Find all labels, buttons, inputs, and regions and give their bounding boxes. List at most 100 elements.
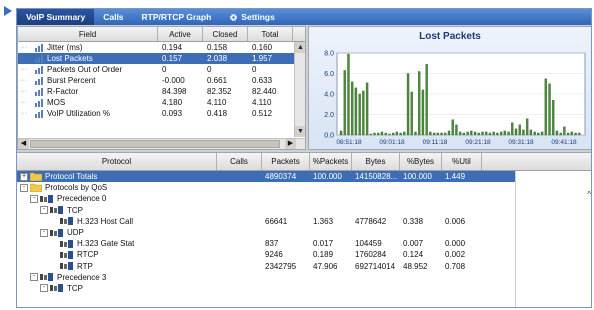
column-header-pct-util[interactable]: %Util: [442, 153, 482, 170]
expand-icon[interactable]: +: [20, 172, 28, 181]
chart-bar: [343, 70, 346, 136]
protocol-name-cell: - TCP: [17, 205, 217, 216]
summary-active-cell: -0.000: [162, 76, 185, 85]
protocol-row[interactable]: - TCP: [17, 205, 591, 216]
protocol-pct-bytes-cell: [400, 283, 442, 294]
column-header-bytes[interactable]: Bytes: [352, 153, 400, 170]
column-header-packets[interactable]: Packets: [262, 153, 310, 170]
chart-bar: [514, 128, 518, 136]
protocol-packets-cell: 9246: [265, 250, 283, 260]
summary-row[interactable]: ··· R-Factor 84.398 82.352 82.440: [18, 86, 305, 97]
collapse-icon[interactable]: -: [40, 228, 48, 237]
protocol-row[interactable]: + Protocol Totals 4890374 100.000 14150828..…: [17, 171, 591, 183]
protocol-row[interactable]: RTCP 9246 0.189 1760284 0.124 0.002: [17, 249, 591, 260]
scroll-up-icon[interactable]: ▲: [295, 42, 305, 53]
summary-vertical-scrollbar[interactable]: ▲ ▼: [294, 42, 305, 137]
scroll-up-icon[interactable]: ^: [587, 190, 591, 199]
summary-field-cell: ··· MOS: [18, 97, 158, 108]
column-header-pct-bytes[interactable]: %Bytes: [400, 153, 442, 170]
tab-voip-summary[interactable]: VoIP Summary: [17, 9, 95, 25]
column-header-total[interactable]: Total: [248, 27, 293, 41]
protocol-bytes-cell: [352, 272, 400, 283]
protocol-pct-bytes-cell: 0.124: [403, 250, 424, 260]
protocol-pct-bytes-cell: 100.000: [403, 172, 432, 181]
chart-bar: [418, 71, 421, 136]
chart-bar: [544, 78, 547, 136]
chart-bar: [499, 131, 503, 136]
protocol-grid-scroll-area[interactable]: ^: [515, 171, 591, 307]
summary-field-label: Packets Out of Order: [47, 65, 123, 74]
protocol-row[interactable]: RTP 2342795 47.906 692714014 48.952 0.708: [17, 261, 591, 272]
collapse-icon[interactable]: -: [30, 194, 38, 203]
protocol-bytes-cell: [352, 182, 400, 193]
summary-row[interactable]: ··· VoIP Utilization % 0.093 0.418 0.512: [18, 108, 305, 119]
protocol-row[interactable]: - Precedence 0: [17, 193, 591, 204]
summary-field-label: Lost Packets: [47, 54, 93, 63]
chart-bar: [466, 131, 469, 136]
y-tick-label: 2.0: [324, 112, 334, 119]
tab-settings[interactable]: Settings: [220, 9, 284, 25]
summary-horizontal-scrollbar[interactable]: ◀ ▶: [18, 138, 305, 149]
column-header-filler: [482, 153, 591, 170]
chart-bar: [373, 132, 376, 136]
protocol-util-cell: [442, 272, 482, 283]
protocol-row[interactable]: - UDP: [17, 227, 591, 238]
protocol-row[interactable]: - TCP: [17, 283, 591, 294]
stat-icon: [35, 87, 43, 96]
column-header-calls[interactable]: Calls: [217, 153, 262, 170]
tab-label: Settings: [241, 12, 275, 22]
column-header-active[interactable]: Active: [158, 27, 203, 41]
summary-field-cell: ··· VoIP Utilization %: [18, 108, 158, 119]
chart-bar: [548, 83, 551, 136]
collapse-icon[interactable]: -: [30, 273, 38, 282]
tab-calls[interactable]: Calls: [94, 9, 132, 25]
chart-bar: [529, 129, 533, 136]
protocol-packets-cell: 66641: [265, 216, 288, 226]
protocol-bytes-cell: 1760284: [355, 250, 387, 260]
protocol-pct-bytes-cell: [400, 227, 442, 238]
protocol-packets-cell: [262, 193, 310, 204]
chart-bar: [540, 131, 544, 136]
chart-bar: [347, 53, 350, 136]
summary-row[interactable]: ··· Jitter (ms) 0.194 0.158 0.160: [18, 42, 305, 53]
tab-rtp-rtcp-graph[interactable]: RTP/RTCP Graph: [133, 9, 221, 25]
column-header-protocol[interactable]: Protocol: [17, 153, 217, 170]
summary-row[interactable]: ··· Packets Out of Order 0 0 0: [18, 64, 305, 75]
collapse-icon[interactable]: -: [40, 284, 48, 293]
summary-row[interactable]: ··· Lost Packets 0.157 2.038 1.957: [18, 53, 305, 64]
protocol-row[interactable]: H.323 Gate Stat 837 0.017 104459 0.007 0.000: [17, 238, 591, 249]
app-window: VoIP Summary Calls RTP/RTCP Graph Settin…: [16, 8, 592, 308]
protocol-calls-cell: [217, 249, 262, 260]
chart-bar: [432, 132, 436, 136]
protocol-row[interactable]: - Protocols by QoS: [17, 182, 591, 193]
summary-row[interactable]: ··· MOS 4.180 4.110 4.110: [18, 97, 305, 108]
collapse-icon[interactable]: -: [40, 206, 48, 215]
protocol-pct-bytes-cell: 48.952: [403, 261, 428, 271]
protocol-name: TCP: [67, 283, 83, 293]
summary-active-cell: 0.194: [162, 43, 183, 52]
protocol-name: H.323 Gate Stat: [77, 239, 135, 249]
protocol-packets-cell: [262, 272, 310, 283]
protocol-calls-cell: [217, 193, 262, 204]
column-header-field[interactable]: Field: [18, 27, 158, 41]
protocol-icon: [60, 239, 73, 248]
summary-field-cell: ··· Burst Percent: [18, 75, 158, 86]
protocol-row[interactable]: - Precedence 3: [17, 272, 591, 283]
protocol-row[interactable]: H.323 Host Call 66641 1.363 4778642 0.338 0.0…: [17, 216, 591, 227]
column-header-closed[interactable]: Closed: [203, 27, 248, 41]
scroll-down-icon[interactable]: ▼: [295, 126, 305, 137]
summary-total-cell: 0.160: [252, 43, 273, 52]
column-header-pct-packets[interactable]: %Packets: [310, 153, 352, 170]
chart-bar: [380, 131, 384, 136]
summary-row[interactable]: ··· Burst Percent -0.000 0.661 0.633: [18, 75, 305, 86]
scroll-right-icon[interactable]: ▶: [285, 139, 296, 149]
collapse-icon[interactable]: -: [20, 183, 28, 192]
protocol-bytes-cell: [352, 205, 400, 216]
protocol-icon: [40, 194, 53, 203]
scroll-left-icon[interactable]: ◀: [18, 139, 29, 149]
chart-bar: [503, 130, 507, 136]
stat-icon: [35, 54, 43, 63]
scroll-thumb[interactable]: [30, 140, 280, 148]
protocol-bytes-cell: [352, 227, 400, 238]
lost-packets-chart: 8.0 6.0 4.0 2.0 0.0 08:51:18 09:01:18 09:11:18 0…: [308, 26, 591, 150]
